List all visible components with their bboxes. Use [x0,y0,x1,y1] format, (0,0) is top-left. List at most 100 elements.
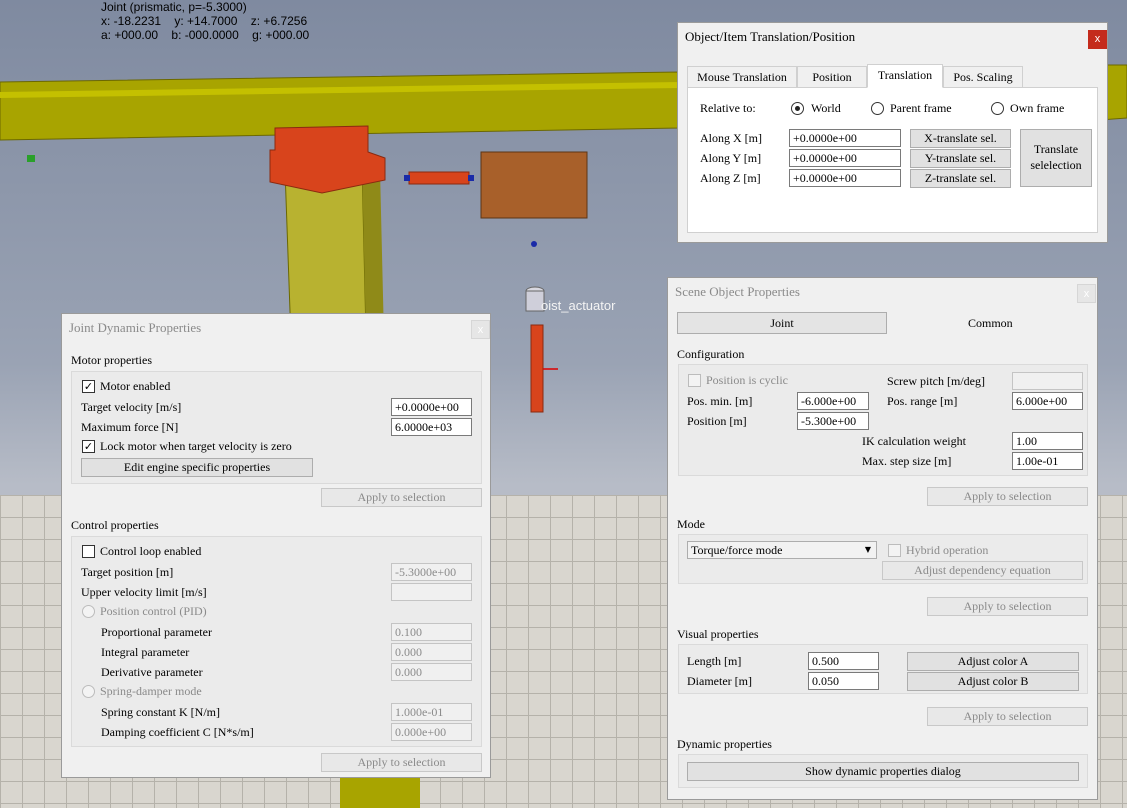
proportional-label: Proportional parameter [101,625,212,639]
cyclic-label: Position is cyclic [706,373,788,387]
joint-info-readout: Joint (prismatic, p=-5.3000) x: -18.2231 … [101,0,309,42]
upper-velocity-label: Upper velocity limit [m/s] [81,585,207,599]
apply-control-button[interactable]: Apply to selection [321,753,482,772]
visual-properties-header: Visual properties [677,627,759,641]
spring-mode-radio[interactable] [82,685,95,698]
hybrid-checkbox[interactable] [888,544,901,557]
x-translate-button[interactable]: X-translate sel. [910,129,1011,148]
diameter-input[interactable]: 0.050 [808,672,879,690]
cyclic-checkbox[interactable] [688,374,701,387]
relative-to-label: Relative to: [700,101,756,115]
position-input[interactable]: -5.300e+00 [797,412,869,430]
mode-select[interactable]: Torque/force mode ▼ [687,541,877,559]
translate-selection-button[interactable]: Translate selelection [1020,129,1092,187]
damping-input[interactable]: 0.000e+00 [391,723,472,741]
apply-motor-button[interactable]: Apply to selection [321,488,482,507]
pos-min-label: Pos. min. [m] [687,394,753,408]
apply-mode-button[interactable]: Apply to selection [927,597,1088,616]
apply-visual-button[interactable]: Apply to selection [927,707,1088,726]
tab-common[interactable]: Common [968,316,1013,331]
parent-frame-label: Parent frame [890,101,952,115]
max-step-label: Max. step size [m] [862,454,952,468]
spring-constant-input[interactable]: 1.000e-01 [391,703,472,721]
adjust-color-a-button[interactable]: Adjust color A [907,652,1079,671]
lock-motor-checkbox[interactable]: ✓ [82,440,95,453]
world-radio[interactable] [791,102,804,115]
tab-position[interactable]: Position [797,66,867,88]
target-velocity-input[interactable]: +0.0000e+00 [391,398,472,416]
dialog-title: Scene Object Properties [675,284,800,299]
along-y-input[interactable]: +0.0000e+00 [789,149,901,167]
pid-mode-radio[interactable] [82,605,95,618]
integral-input[interactable]: 0.000 [391,643,472,661]
target-velocity-label: Target velocity [m/s] [81,400,182,414]
derivative-input[interactable]: 0.000 [391,663,472,681]
max-step-input[interactable]: 1.00e-01 [1012,452,1083,470]
spring-constant-label: Spring constant K [N/m] [101,705,220,719]
pos-range-input[interactable]: 6.000e+00 [1012,392,1083,410]
spring-mode-label: Spring-damper mode [100,684,202,698]
mode-select-value: Torque/force mode [691,543,783,557]
max-force-input[interactable]: 6.0000e+03 [391,418,472,436]
motor-properties-header: Motor properties [71,353,152,367]
control-properties-header: Control properties [71,518,159,532]
tab-mouse-translation[interactable]: Mouse Translation [687,66,797,88]
scene-object-properties-dialog: Scene Object Properties x Joint Common C… [667,277,1098,800]
length-input[interactable]: 0.500 [808,652,879,670]
show-dynamic-properties-button[interactable]: Show dynamic properties dialog [687,762,1079,781]
close-icon[interactable]: x [1077,284,1096,303]
close-icon[interactable]: x [1088,30,1107,49]
translation-dialog: Object/Item Translation/Position x Mouse… [677,22,1108,243]
control-loop-checkbox[interactable] [82,545,95,558]
tab-translation[interactable]: Translation [867,64,943,88]
pos-range-label: Pos. range [m] [887,394,958,408]
chevron-down-icon: ▼ [864,545,871,554]
target-position-label: Target position [m] [81,565,174,579]
along-y-label: Along Y [m] [700,151,762,165]
readout-line-3: a: +000.00 b: -000.0000 g: +000.00 [101,28,310,42]
tab-pos-scaling[interactable]: Pos. Scaling [943,66,1023,88]
screw-pitch-label: Screw pitch [m/deg] [887,374,985,388]
close-icon[interactable]: x [471,320,490,339]
scene-object-label: oist_actuator [541,298,616,313]
translation-tab-panel: Relative to: World Parent frame Own fram… [687,87,1098,233]
motor-enabled-checkbox[interactable]: ✓ [82,380,95,393]
along-x-label: Along X [m] [700,131,762,145]
readout-line-1: Joint (prismatic, p=-5.3000) [101,0,247,14]
diameter-label: Diameter [m] [687,674,752,688]
proportional-input[interactable]: 0.100 [391,623,472,641]
z-translate-button[interactable]: Z-translate sel. [910,169,1011,188]
integral-label: Integral parameter [101,645,190,659]
ik-weight-input[interactable]: 1.00 [1012,432,1083,450]
pid-mode-label: Position control (PID) [100,604,207,618]
target-position-input[interactable]: -5.3000e+00 [391,563,472,581]
dialog-title: Joint Dynamic Properties [69,320,202,335]
along-z-input[interactable]: +0.0000e+00 [789,169,901,187]
dialog-title: Object/Item Translation/Position [685,29,856,44]
screw-pitch-input[interactable] [1012,372,1083,390]
y-translate-button[interactable]: Y-translate sel. [910,149,1011,168]
joint-dynamic-dialog: Joint Dynamic Properties x Motor propert… [61,313,491,778]
control-loop-label: Control loop enabled [100,544,202,558]
world-label: World [811,101,841,115]
along-x-input[interactable]: +0.0000e+00 [789,129,901,147]
tab-joint[interactable]: Joint [677,312,887,334]
adjust-color-b-button[interactable]: Adjust color B [907,672,1079,691]
length-label: Length [m] [687,654,742,668]
own-frame-radio[interactable] [991,102,1004,115]
upper-velocity-input[interactable] [391,583,472,601]
lock-motor-label: Lock motor when target velocity is zero [100,439,292,453]
configuration-header: Configuration [677,347,745,361]
ik-weight-label: IK calculation weight [862,434,966,448]
own-frame-label: Own frame [1010,101,1065,115]
orange-block [269,125,386,194]
apply-configuration-button[interactable]: Apply to selection [927,487,1088,506]
along-z-label: Along Z [m] [700,171,761,185]
pos-min-input[interactable]: -6.000e+00 [797,392,869,410]
derivative-label: Derivative parameter [101,665,203,679]
parent-frame-radio[interactable] [871,102,884,115]
motor-enabled-label: Motor enabled [100,379,171,393]
damping-label: Damping coefficient C [N*s/m] [101,725,254,739]
edit-engine-button[interactable]: Edit engine specific properties [81,458,313,477]
adjust-dependency-button[interactable]: Adjust dependency equation [882,561,1083,580]
